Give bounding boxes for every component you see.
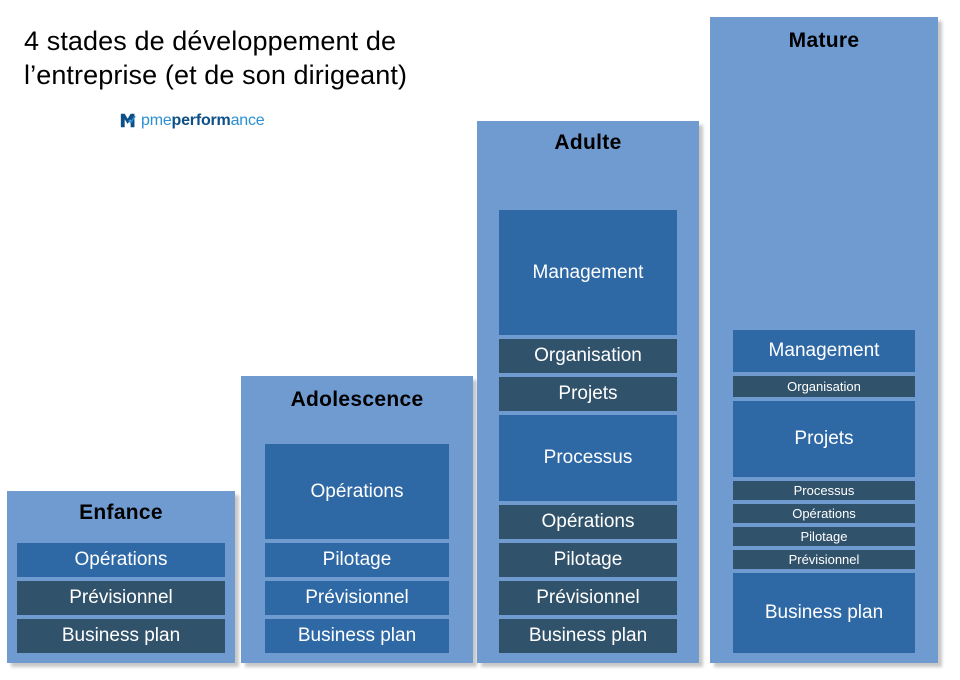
stage-block-list-adulte: Management Organisation Projets Processus Op… xyxy=(477,210,699,663)
stage-block-mature-5[interactable]: Pilotage xyxy=(733,527,915,546)
stage-block-label: Opérations xyxy=(792,506,856,521)
stage-block-label: Pilotage xyxy=(800,529,848,544)
stage-block-label: Pilotage xyxy=(553,549,623,570)
stage-block-adulte-4[interactable]: Opérations xyxy=(499,505,677,539)
stage-block-label: Organisation xyxy=(534,345,642,366)
stage-block-list-enfance: Opérations Prévisionnel Business plan xyxy=(7,543,235,663)
stage-block-mature-7[interactable]: Business plan xyxy=(733,573,915,653)
brand-logo-text: pmeperformance xyxy=(141,112,265,129)
stage-column-mature[interactable]: Mature Management Organisation Projets Proce… xyxy=(710,17,938,663)
stage-title-adulte: Adulte xyxy=(554,131,622,154)
page-title: 4 stades de développement de l’entrepris… xyxy=(24,26,408,90)
stage-block-adulte-1[interactable]: Organisation xyxy=(499,339,677,373)
stage-block-adulte-5[interactable]: Pilotage xyxy=(499,543,677,577)
stage-column-adulte[interactable]: Adulte Management Organisation Projets Proce… xyxy=(477,121,699,663)
stage-block-mature-2[interactable]: Projets xyxy=(733,401,915,477)
stage-block-mature-6[interactable]: Prévisionnel xyxy=(733,550,915,569)
stage-block-adolescence-3[interactable]: Business plan xyxy=(265,619,449,653)
title-block: 4 stades de développement de l’entrepris… xyxy=(24,24,464,92)
stage-block-mature-1[interactable]: Organisation xyxy=(733,376,915,397)
stage-block-label: Processus xyxy=(793,483,855,498)
stage-title-adolescence: Adolescence xyxy=(290,388,424,411)
stage-block-enfance-1[interactable]: Prévisionnel xyxy=(17,581,225,615)
stage-block-adulte-2[interactable]: Projets xyxy=(499,377,677,411)
slide-canvas: 4 stades de développement de l’entrepris… xyxy=(0,0,960,680)
stage-block-label: Prévisionnel xyxy=(788,552,860,567)
stage-block-mature-0[interactable]: Management xyxy=(733,330,915,372)
stage-block-label: Projets xyxy=(558,383,618,404)
stage-block-label: Management xyxy=(768,340,880,361)
stage-block-label: Projets xyxy=(794,428,854,449)
stage-block-label: Prévisionnel xyxy=(69,587,173,608)
stage-block-label: Business plan xyxy=(61,625,181,646)
stage-block-label: Opérations xyxy=(74,549,168,570)
brand-logo: pmeperformance xyxy=(120,112,265,129)
stage-block-label: Organisation xyxy=(787,379,861,394)
stage-block-adolescence-0[interactable]: Opérations xyxy=(265,444,449,539)
stage-title-enfance: Enfance xyxy=(79,501,163,524)
stage-block-mature-3[interactable]: Processus xyxy=(733,481,915,500)
stage-block-adulte-7[interactable]: Business plan xyxy=(499,619,677,653)
stage-block-enfance-2[interactable]: Business plan xyxy=(17,619,225,653)
stage-block-list-adolescence: Opérations Pilotage Prévisionnel Business p… xyxy=(241,444,473,663)
stage-block-adolescence-2[interactable]: Prévisionnel xyxy=(265,581,449,615)
logo-part-pme: pme xyxy=(141,112,172,129)
stage-block-mature-4[interactable]: Opérations xyxy=(733,504,915,523)
stage-block-enfance-0[interactable]: Opérations xyxy=(17,543,225,577)
stage-block-adulte-3[interactable]: Processus xyxy=(499,415,677,501)
stage-block-label: Management xyxy=(532,261,644,283)
stage-block-label: Pilotage xyxy=(322,549,392,570)
stage-block-label: Processus xyxy=(543,447,633,468)
stage-block-label: Business plan xyxy=(764,602,884,623)
stage-block-adulte-6[interactable]: Prévisionnel xyxy=(499,581,677,615)
stage-block-list-mature: Management Organisation Projets Processus Op… xyxy=(710,330,938,663)
stage-column-enfance[interactable]: Enfance Opérations Prévisionnel Business pl… xyxy=(7,491,235,663)
stage-block-label: Business plan xyxy=(297,625,417,646)
logo-part-ance: ance xyxy=(230,112,265,129)
stage-title-mature: Mature xyxy=(788,29,860,52)
stage-block-label: Prévisionnel xyxy=(536,587,640,608)
stage-block-adolescence-1[interactable]: Pilotage xyxy=(265,543,449,577)
stage-block-adulte-0[interactable]: Management xyxy=(499,210,677,335)
stage-block-label: Opérations xyxy=(310,480,404,502)
stage-block-label: Business plan xyxy=(528,625,648,646)
pmeperformance-logo-mark-icon xyxy=(120,113,136,128)
stage-block-label: Prévisionnel xyxy=(305,587,409,608)
stage-column-adolescence[interactable]: Adolescence Opérations Pilotage Prévisionne… xyxy=(241,376,473,663)
stage-block-label: Opérations xyxy=(541,511,635,532)
logo-part-perform: perform xyxy=(171,112,231,129)
